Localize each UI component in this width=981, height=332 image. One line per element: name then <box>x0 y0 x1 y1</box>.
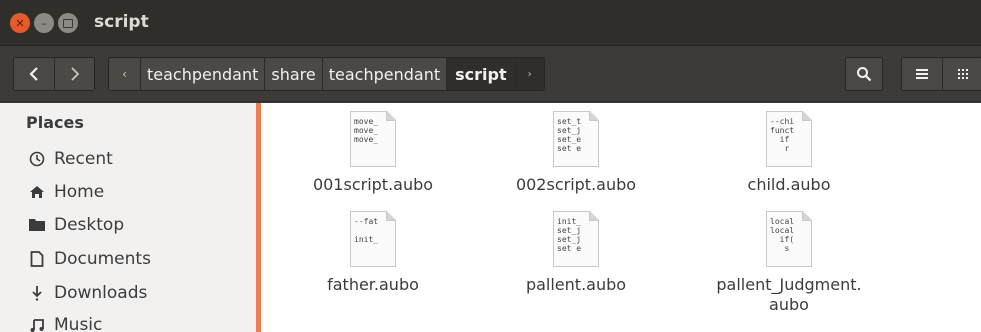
music-icon <box>26 317 48 332</box>
document-icon <box>26 251 48 267</box>
file-preview: --fat init_ <box>354 217 379 244</box>
history-nav <box>13 57 95 91</box>
breadcrumb: ‹ teachpendant share teachpendant script… <box>108 57 545 91</box>
toolbar: ‹ teachpendant share teachpendant script… <box>0 46 981 102</box>
sidebar-item-label: Music <box>54 315 103 332</box>
grid-view-button[interactable] <box>942 58 981 90</box>
window-title: script <box>94 12 149 32</box>
sidebar-item-recent[interactable]: Recent <box>26 145 113 173</box>
file-name: pallent.aubo <box>525 275 627 294</box>
file-name: 002script.aubo <box>515 175 637 194</box>
close-window-button[interactable]: ✕ <box>10 13 30 33</box>
breadcrumb-scroll-left[interactable]: ‹ <box>109 58 141 90</box>
breadcrumb-scroll-right[interactable]: › <box>515 58 544 90</box>
download-icon <box>26 285 48 301</box>
sidebar-item-downloads[interactable]: Downloads <box>26 279 147 307</box>
minimize-window-button[interactable]: – <box>34 13 54 33</box>
chevron-left-icon <box>29 67 38 81</box>
file-item[interactable]: --fat init_ father.aubo <box>283 211 463 295</box>
list-view-icon <box>916 69 928 79</box>
file-item[interactable]: --chi funct if r child.aubo <box>699 111 879 195</box>
text-file-icon: --chi funct if r <box>766 111 812 167</box>
file-name: father.aubo <box>327 275 419 294</box>
title-bar: ✕ – script <box>0 0 981 46</box>
text-file-icon: set_t set_j set_e set e <box>553 111 599 167</box>
back-button[interactable] <box>14 58 54 90</box>
places-heading: Places <box>26 113 84 132</box>
search-icon <box>857 67 872 82</box>
text-file-icon: --fat init_ <box>350 211 396 267</box>
file-preview: init_ set_j set_j set e <box>557 217 582 253</box>
grid-view-icon <box>957 69 968 79</box>
sidebar-item-label: Documents <box>54 249 151 269</box>
file-preview: local local if( s <box>770 217 795 253</box>
breadcrumb-item[interactable]: teachpendant <box>141 58 266 90</box>
file-grid: move_ move_ move_ 001script.aubo set_t s… <box>261 103 981 332</box>
file-item[interactable]: local local if( s pallent_Judgment. aubo <box>689 211 889 315</box>
view-switcher <box>901 57 981 91</box>
home-icon <box>26 184 48 200</box>
breadcrumb-item[interactable]: teachpendant <box>322 58 448 90</box>
text-file-icon: local local if( s <box>766 211 812 267</box>
sidebar-item-desktop[interactable]: Desktop <box>26 211 124 239</box>
maximize-window-button[interactable] <box>58 13 78 33</box>
sidebar-item-music[interactable]: Music <box>26 311 102 332</box>
file-item[interactable]: set_t set_j set_e set e 002script.aubo <box>486 111 666 195</box>
text-file-icon: move_ move_ move_ <box>350 111 396 167</box>
file-item[interactable]: init_ set_j set_j set e pallent.aubo <box>486 211 666 295</box>
sidebar-item-label: Desktop <box>54 215 125 235</box>
chevron-right-icon <box>70 67 79 81</box>
folder-icon <box>26 217 48 233</box>
file-preview: --chi funct if r <box>770 117 795 153</box>
list-view-button[interactable] <box>902 58 942 90</box>
sidebar-item-home[interactable]: Home <box>26 178 104 206</box>
sidebar-item-label: Recent <box>54 149 113 169</box>
breadcrumb-item-current[interactable]: script <box>447 58 516 90</box>
sidebar-item-label: Downloads <box>54 283 148 303</box>
breadcrumb-item[interactable]: share <box>265 58 323 90</box>
forward-button[interactable] <box>54 58 94 90</box>
sidebar-item-documents[interactable]: Documents <box>26 245 151 273</box>
file-preview: set_t set_j set_e set e <box>557 117 582 153</box>
file-name: child.aubo <box>747 175 831 194</box>
file-name: pallent_Judgment. aubo <box>716 275 862 314</box>
file-name: 001script.aubo <box>312 175 434 194</box>
sidebar-item-label: Home <box>54 182 105 202</box>
file-preview: move_ move_ move_ <box>354 117 379 144</box>
places-sidebar: Places Recent Home Desktop Documents Dow… <box>0 103 256 332</box>
text-file-icon: init_ set_j set_j set e <box>553 211 599 267</box>
file-item[interactable]: move_ move_ move_ 001script.aubo <box>283 111 463 195</box>
search-button[interactable] <box>845 57 883 91</box>
clock-icon <box>26 151 48 167</box>
